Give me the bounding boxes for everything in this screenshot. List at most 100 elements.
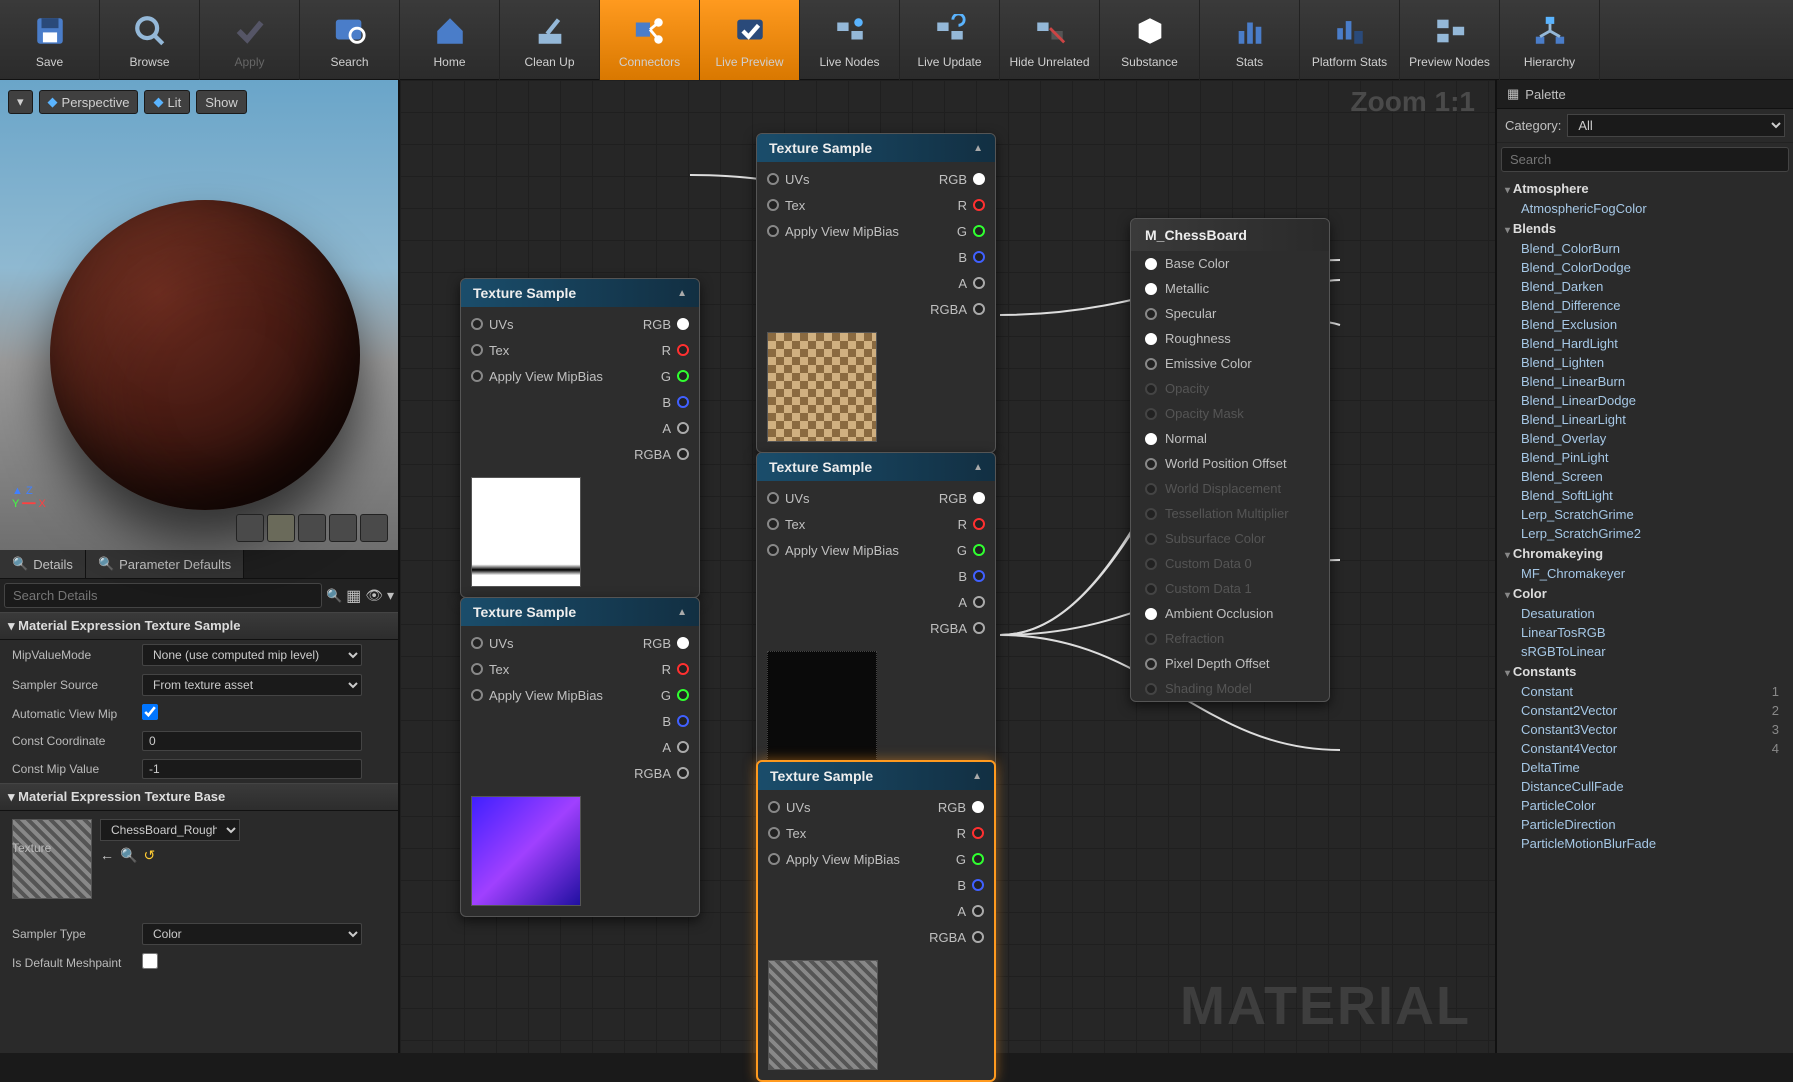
input-pin[interactable]	[767, 544, 779, 556]
output-pin[interactable]	[973, 225, 985, 237]
output-pin[interactable]	[677, 637, 689, 649]
output-pin[interactable]	[972, 905, 984, 917]
texture-sample-node-5[interactable]: Texture Sample▲ UVsRGBTexRApply View Mip…	[756, 760, 996, 1082]
apply-button[interactable]: Apply	[200, 0, 300, 80]
liveupdate-button[interactable]: Live Update	[900, 0, 1000, 80]
material-input-pin[interactable]	[1145, 258, 1157, 270]
palette-item[interactable]: Lerp_ScratchGrime	[1497, 505, 1793, 524]
palette-item[interactable]: Blend_HardLight	[1497, 334, 1793, 353]
material-pin-specular[interactable]: Specular	[1131, 301, 1329, 326]
mipvaluemode-select[interactable]: None (use computed mip level)	[142, 644, 362, 666]
palette-item[interactable]: Constant2Vector2	[1497, 701, 1793, 720]
input-pin[interactable]	[471, 344, 483, 356]
output-pin[interactable]	[973, 570, 985, 582]
eye-icon[interactable]: 👁 ▾	[365, 587, 394, 604]
material-input-pin[interactable]	[1145, 458, 1157, 470]
material-input-pin[interactable]	[1145, 608, 1157, 620]
stats-button[interactable]: Stats	[1200, 0, 1300, 80]
palette-search-input[interactable]	[1501, 147, 1789, 172]
palette-group-color[interactable]: Color	[1497, 583, 1793, 604]
output-pin[interactable]	[677, 715, 689, 727]
lit-button[interactable]: ◆Lit	[144, 90, 190, 114]
texture-thumbnail[interactable]	[12, 819, 92, 899]
output-pin[interactable]	[677, 422, 689, 434]
material-pin-metallic[interactable]: Metallic	[1131, 276, 1329, 301]
section-texture-base[interactable]: ▾ Material Expression Texture Base	[0, 783, 398, 811]
output-pin[interactable]	[677, 448, 689, 460]
output-pin[interactable]	[677, 370, 689, 382]
palette-group-constants[interactable]: Constants	[1497, 661, 1793, 682]
material-pin-pixel-depth-offset[interactable]: Pixel Depth Offset	[1131, 651, 1329, 676]
save-button[interactable]: Save	[0, 0, 100, 80]
input-pin[interactable]	[471, 637, 483, 649]
material-input-pin[interactable]	[1145, 658, 1157, 670]
constmip-input[interactable]	[142, 759, 362, 779]
previewnodes-button[interactable]: Preview Nodes	[1400, 0, 1500, 80]
palette-item[interactable]: Desaturation	[1497, 604, 1793, 623]
output-pin[interactable]	[973, 303, 985, 315]
connectors-button[interactable]: Connectors	[600, 0, 700, 80]
material-input-pin[interactable]	[1145, 333, 1157, 345]
palette-tree[interactable]: AtmosphereAtmosphericFogColorBlendsBlend…	[1497, 176, 1793, 1053]
texture-sample-node-4[interactable]: Texture Sample▲ UVsRGBTexRApply View Mip…	[460, 597, 700, 917]
palette-item[interactable]: Blend_LinearBurn	[1497, 372, 1793, 391]
category-select[interactable]: All	[1567, 114, 1785, 137]
output-pin[interactable]	[677, 318, 689, 330]
palette-tab[interactable]: ▦Palette	[1497, 80, 1793, 109]
material-pin-base-color[interactable]: Base Color	[1131, 251, 1329, 276]
palette-item[interactable]: Blend_Screen	[1497, 467, 1793, 486]
input-pin[interactable]	[768, 853, 780, 865]
material-pin-roughness[interactable]: Roughness	[1131, 326, 1329, 351]
browse-button[interactable]: Browse	[100, 0, 200, 80]
preview-viewport[interactable]: ▾ ◆Perspective ◆Lit Show ▲ Z Y ━━ X	[0, 80, 398, 550]
material-input-pin[interactable]	[1145, 433, 1157, 445]
texture-asset-select[interactable]: ChessBoard_Rough	[100, 819, 240, 841]
palette-item[interactable]: Constant3Vector3	[1497, 720, 1793, 739]
autoviewmip-checkbox[interactable]	[142, 704, 158, 720]
input-pin[interactable]	[471, 370, 483, 382]
palette-group-atmosphere[interactable]: Atmosphere	[1497, 178, 1793, 199]
material-input-pin[interactable]	[1145, 283, 1157, 295]
output-pin[interactable]	[973, 199, 985, 211]
samplertype-select[interactable]: Color	[142, 923, 362, 945]
palette-item[interactable]: ParticleMotionBlurFade	[1497, 834, 1793, 853]
output-pin[interactable]	[677, 396, 689, 408]
viewport-shape-buttons[interactable]	[236, 514, 388, 542]
livepreview-button[interactable]: Live Preview	[700, 0, 800, 80]
palette-item[interactable]: MF_Chromakeyer	[1497, 564, 1793, 583]
output-pin[interactable]	[677, 663, 689, 675]
hideunrelated-button[interactable]: Hide Unrelated	[1000, 0, 1100, 80]
platformstats-button[interactable]: Platform Stats	[1300, 0, 1400, 80]
palette-item[interactable]: Blend_Overlay	[1497, 429, 1793, 448]
palette-item[interactable]: Blend_ColorBurn	[1497, 239, 1793, 258]
palette-item[interactable]: AtmosphericFogColor	[1497, 199, 1793, 218]
output-pin[interactable]	[972, 853, 984, 865]
palette-group-blends[interactable]: Blends	[1497, 218, 1793, 239]
palette-item[interactable]: DistanceCullFade	[1497, 777, 1793, 796]
output-pin[interactable]	[973, 492, 985, 504]
details-tab[interactable]: 🔍Details	[0, 550, 86, 578]
input-pin[interactable]	[768, 827, 780, 839]
palette-item[interactable]: Lerp_ScratchGrime2	[1497, 524, 1793, 543]
palette-item[interactable]: Blend_Darken	[1497, 277, 1793, 296]
output-pin[interactable]	[972, 931, 984, 943]
constcoord-input[interactable]	[142, 731, 362, 751]
input-pin[interactable]	[767, 173, 779, 185]
texture-sample-node-2[interactable]: Texture Sample▲ UVsRGBTexRApply View Mip…	[756, 133, 996, 453]
texture-sample-node-3[interactable]: Texture Sample▲ UVsRGBTexRApply View Mip…	[756, 452, 996, 772]
details-search-input[interactable]	[4, 583, 322, 608]
input-pin[interactable]	[471, 318, 483, 330]
palette-item[interactable]: Constant4Vector4	[1497, 739, 1793, 758]
reset-icon[interactable]: ↺	[143, 847, 155, 864]
palette-item[interactable]: Constant1	[1497, 682, 1793, 701]
texture-sample-node-1[interactable]: Texture Sample▲ UVsRGBTexRApply View Mip…	[460, 278, 700, 598]
palette-item[interactable]: LinearTosRGB	[1497, 623, 1793, 642]
section-texture-sample[interactable]: ▾ Material Expression Texture Sample	[0, 612, 398, 640]
input-pin[interactable]	[767, 199, 779, 211]
input-pin[interactable]	[471, 689, 483, 701]
palette-item[interactable]: Blend_Lighten	[1497, 353, 1793, 372]
input-pin[interactable]	[768, 801, 780, 813]
substance-button[interactable]: Substance	[1100, 0, 1200, 80]
palette-item[interactable]: Blend_PinLight	[1497, 448, 1793, 467]
output-pin[interactable]	[972, 827, 984, 839]
